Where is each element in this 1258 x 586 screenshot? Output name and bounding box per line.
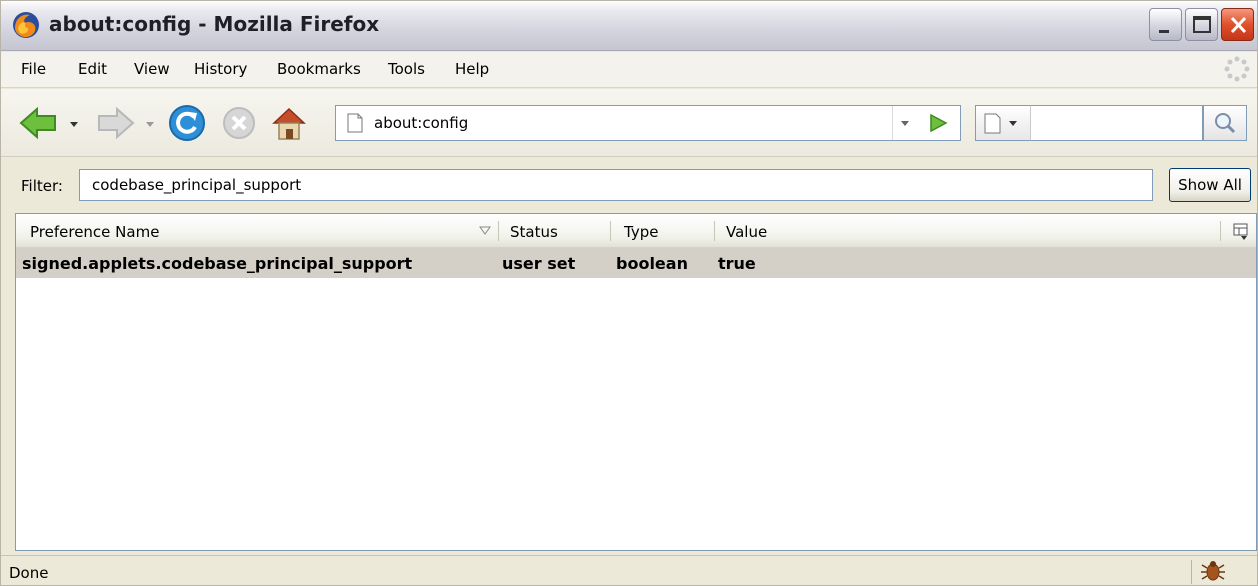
column-header-status[interactable]: Status — [510, 223, 558, 241]
cell-value: true — [718, 254, 756, 273]
search-button[interactable] — [1203, 105, 1247, 141]
preferences-list: Preference Name Status Type Value signed… — [15, 213, 1257, 551]
title-bar[interactable]: about:config - Mozilla Firefox — [1, 1, 1257, 51]
go-button[interactable] — [916, 106, 960, 140]
column-header-value[interactable]: Value — [726, 223, 767, 241]
status-separator — [1191, 560, 1192, 584]
column-picker-icon[interactable] — [1230, 220, 1252, 242]
show-all-button[interactable]: Show All — [1169, 168, 1251, 202]
menu-tools[interactable]: Tools — [388, 60, 425, 78]
forward-arrow-icon[interactable] — [93, 105, 137, 141]
search-engine-selector[interactable] — [975, 105, 1031, 141]
url-bar[interactable]: about:config — [335, 105, 961, 141]
url-history-dropdown[interactable] — [892, 106, 916, 140]
menu-bar: File Edit View History Bookmarks Tools H… — [1, 52, 1257, 88]
menu-help[interactable]: Help — [455, 60, 489, 78]
chevron-down-icon — [901, 121, 909, 126]
column-header-preference-name[interactable]: Preference Name — [30, 223, 159, 241]
search-input[interactable] — [1031, 105, 1203, 141]
filter-label: Filter: — [21, 177, 63, 195]
back-arrow-icon[interactable] — [17, 105, 61, 141]
maximize-button[interactable] — [1185, 8, 1218, 41]
minimize-icon — [1159, 30, 1169, 33]
reload-icon[interactable] — [167, 103, 207, 143]
cell-type: boolean — [616, 254, 688, 273]
column-separator[interactable] — [498, 221, 499, 241]
maximize-icon — [1193, 16, 1211, 33]
menu-history[interactable]: History — [194, 60, 247, 78]
search-engine-icon — [984, 113, 1017, 134]
sort-indicator-icon — [479, 226, 491, 235]
close-icon — [1230, 16, 1247, 34]
firefox-icon — [13, 12, 39, 38]
menu-file[interactable]: File — [21, 60, 46, 78]
throbber-icon — [1224, 56, 1250, 82]
forward-dropdown-icon[interactable] — [143, 117, 157, 131]
browser-window: about:config - Mozilla Firefox File Edit… — [0, 0, 1258, 586]
home-icon[interactable] — [269, 103, 309, 143]
filter-input[interactable]: codebase_principal_support — [79, 169, 1153, 201]
url-text: about:config — [374, 114, 469, 132]
stop-icon[interactable] — [221, 105, 257, 141]
magnifier-icon — [1215, 113, 1236, 134]
menu-edit[interactable]: Edit — [78, 60, 107, 78]
minimize-button[interactable] — [1149, 8, 1182, 41]
column-separator[interactable] — [610, 221, 611, 241]
table-row[interactable]: signed.applets.codebase_principal_suppor… — [16, 248, 1256, 278]
column-separator[interactable] — [1220, 221, 1221, 241]
status-text: Done — [9, 564, 49, 582]
list-header: Preference Name Status Type Value — [16, 214, 1256, 248]
page-icon — [347, 113, 363, 133]
cell-status: user set — [502, 254, 576, 273]
back-dropdown-icon[interactable] — [67, 117, 81, 131]
status-bar: Done — [1, 555, 1257, 585]
menu-view[interactable]: View — [134, 60, 170, 78]
cell-preference-name: signed.applets.codebase_principal_suppor… — [22, 254, 413, 273]
column-header-type[interactable]: Type — [624, 223, 658, 241]
close-button[interactable] — [1221, 8, 1254, 41]
go-arrow-icon — [930, 113, 948, 133]
bug-icon[interactable] — [1199, 557, 1227, 583]
column-separator[interactable] — [714, 221, 715, 241]
window-title: about:config - Mozilla Firefox — [49, 12, 380, 36]
menu-bookmarks[interactable]: Bookmarks — [277, 60, 361, 78]
